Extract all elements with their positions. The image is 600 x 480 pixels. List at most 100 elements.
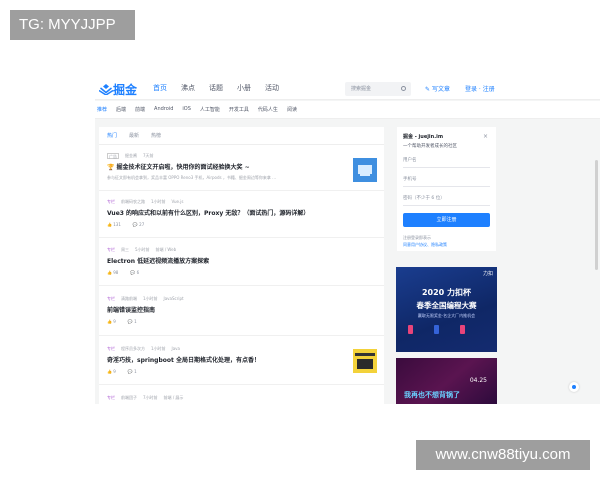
category-frontend[interactable]: 前端 bbox=[135, 106, 145, 113]
list-item[interactable]: 专栏 周三 5小时前 前端 / Web Electron 低延迟视频流播放方案探索 👍… bbox=[107, 247, 379, 275]
browser-viewport: 掘金 首页 沸点 话题 小册 活动 搜索掘金 ✎ 写文章 登录 · 注册 推荐 bbox=[95, 78, 600, 404]
nav-books[interactable]: 小册 bbox=[237, 83, 251, 93]
logo[interactable]: 掘金 bbox=[99, 81, 137, 97]
search-input[interactable]: 搜索掘金 bbox=[345, 82, 411, 96]
ad-badge bbox=[460, 325, 466, 334]
write-article-button[interactable]: ✎ 写文章 bbox=[425, 84, 450, 93]
divider bbox=[99, 144, 384, 145]
column-tag: 专栏 bbox=[107, 199, 115, 204]
watermark-top-left: TG: MYYJJPP bbox=[10, 10, 135, 40]
divider bbox=[99, 384, 384, 385]
tab-hot[interactable]: 热门 bbox=[107, 132, 117, 139]
topic-tag[interactable]: 前端 / 展示 bbox=[164, 395, 184, 401]
ad-banner-leetcode[interactable]: 力扣 2020 力扣杯 春季全国编程大赛 赢取无限奖金·名企大厂内推机会 bbox=[396, 267, 497, 352]
tab-ranking[interactable]: 热榜 bbox=[151, 132, 161, 139]
watermark-bottom-right: www.cnw88tiyu.com bbox=[416, 440, 590, 470]
back-to-top-button[interactable] bbox=[569, 382, 579, 392]
login-register-link[interactable]: 登录 · 注册 bbox=[465, 84, 495, 93]
topic-tag[interactable]: JavaScript bbox=[164, 296, 184, 302]
ad-badge bbox=[434, 325, 440, 334]
divider bbox=[99, 335, 384, 336]
password-field[interactable]: 密码（不少于 6 位） bbox=[403, 192, 490, 206]
author[interactable]: 清路前端 bbox=[121, 296, 137, 302]
nav-events[interactable]: 活动 bbox=[265, 83, 279, 93]
time: 1小时前 bbox=[143, 296, 158, 301]
ad-headline: 我再也不想背锅了 bbox=[404, 391, 460, 399]
like-icon[interactable]: 👍 bbox=[107, 369, 112, 374]
signup-panel: 掘金 - juejin.im × 一个帮助开发者成长的社区 用户名 手机号 密码… bbox=[397, 127, 496, 251]
category-devtools[interactable]: 开发工具 bbox=[229, 106, 249, 113]
like-icon[interactable]: 👍 bbox=[107, 270, 112, 275]
leetcode-logo: 力扣 bbox=[482, 271, 493, 277]
like-icon[interactable]: 👍 bbox=[107, 222, 112, 227]
author[interactable]: 前端团子 bbox=[121, 395, 137, 401]
author[interactable]: 周三 bbox=[121, 247, 129, 253]
author[interactable]: 程序员多次方 bbox=[121, 346, 145, 352]
time: 5小时前 bbox=[135, 247, 150, 252]
time: 7小时前 bbox=[143, 395, 158, 400]
list-item[interactable]: 专栏 程序员多次方 1小时前 Java 奇淫巧技，springboot 全局日期格式化… bbox=[107, 346, 379, 374]
close-icon[interactable]: × bbox=[483, 133, 488, 140]
comment-icon[interactable]: 💬 bbox=[128, 319, 133, 324]
topic-tag[interactable]: 前端 / Web bbox=[156, 247, 177, 253]
list-item[interactable]: 专栏 前端团子 7小时前 前端 / 展示 bbox=[107, 395, 379, 401]
category-ios[interactable]: iOS bbox=[182, 106, 191, 113]
logo-text: 掘金 bbox=[113, 82, 138, 97]
scrollbar[interactable] bbox=[595, 160, 598, 270]
topic-tag[interactable]: Java bbox=[172, 346, 180, 352]
username-field[interactable]: 用户名 bbox=[403, 154, 490, 168]
author[interactable]: 掘金酱 bbox=[125, 153, 137, 159]
like-icon[interactable]: 👍 bbox=[107, 319, 112, 324]
edit-icon: ✎ bbox=[425, 86, 431, 93]
like-count: 👍 131 bbox=[107, 222, 121, 227]
column-tag: 专栏 bbox=[107, 346, 115, 351]
like-count: 👍 9 bbox=[107, 319, 116, 324]
search-icon[interactable] bbox=[401, 86, 406, 91]
comment-icon[interactable]: 💬 bbox=[128, 369, 133, 374]
article-title[interactable]: 前端错误监控指南 bbox=[107, 305, 379, 314]
topic-tag[interactable]: Vue.js bbox=[172, 199, 184, 205]
author[interactable]: 前端码农之路 bbox=[121, 199, 145, 205]
time: 7天前 bbox=[143, 153, 154, 158]
article-thumbnail[interactable] bbox=[353, 158, 377, 182]
comment-icon[interactable]: 💬 bbox=[133, 222, 138, 227]
nav-topics[interactable]: 话题 bbox=[209, 83, 223, 93]
column-tag: 专栏 bbox=[107, 395, 115, 400]
article-title[interactable]: 🏆 掘金技术征文开启啦，快用你的面试经验换大奖 ~ bbox=[107, 162, 379, 171]
agreement-links[interactable]: 同意用户协议、隐私政策 bbox=[403, 242, 447, 247]
ad-caption: 赢取无限奖金·名企大厂内推机会 bbox=[417, 313, 476, 318]
article-thumbnail[interactable] bbox=[353, 349, 377, 373]
list-tabs: 热门 最新 热榜 bbox=[107, 132, 161, 139]
category-ai[interactable]: 人工智能 bbox=[200, 106, 220, 113]
time: 1小时前 bbox=[151, 346, 166, 351]
comment-count: 💬 1 bbox=[127, 369, 137, 374]
ad-title: 2020 力扣杯 bbox=[421, 288, 472, 297]
article-title[interactable]: Vue3 的响应式和以前有什么区别，Proxy 无敌？（面试热门，源码详解） bbox=[107, 208, 379, 217]
nav-home[interactable]: 首页 bbox=[153, 83, 167, 93]
nav-pins[interactable]: 沸点 bbox=[181, 83, 195, 93]
signup-subtitle: 一个帮助开发者成长的社区 bbox=[403, 144, 457, 149]
phone-field[interactable]: 手机号 bbox=[403, 173, 490, 187]
column-tag: 专栏 bbox=[107, 296, 115, 301]
list-item[interactable]: 专栏 前端码农之路 1小时前 Vue.js Vue3 的响应式和以前有什么区别，Pro… bbox=[107, 199, 379, 227]
category-android[interactable]: Android bbox=[154, 106, 173, 113]
register-button[interactable]: 立即注册 bbox=[403, 213, 490, 227]
category-reading[interactable]: 阅读 bbox=[287, 106, 297, 113]
list-item[interactable]: 广告 掘金酱 7天前 🏆 掘金技术征文开启啦，快用你的面试经验换大奖 ~ 参与征文即… bbox=[107, 153, 379, 181]
main-nav: 首页 沸点 话题 小册 活动 bbox=[153, 83, 279, 93]
article-title[interactable]: Electron 低延迟视频流播放方案探索 bbox=[107, 256, 379, 265]
comment-icon[interactable]: 💬 bbox=[130, 270, 135, 275]
ad-banner-event[interactable]: 04.25 我再也不想背锅了 bbox=[396, 358, 497, 404]
divider bbox=[99, 237, 384, 238]
comment-count: 💬 6 bbox=[130, 270, 140, 275]
category-codelife[interactable]: 代码人生 bbox=[258, 106, 278, 113]
article-excerpt: 参与征文即有机会拿到，奖品丰富 OPPO Reno3 手机，Airpods ，书… bbox=[107, 175, 276, 180]
category-backend[interactable]: 后端 bbox=[116, 106, 126, 113]
ad-subtitle: 春季全国编程大赛 bbox=[416, 301, 477, 310]
category-recommend[interactable]: 推荐 bbox=[97, 106, 107, 113]
divider bbox=[99, 190, 384, 191]
agreement-text: 注册登录即表示 同意用户协议、隐私政策 bbox=[403, 235, 447, 247]
tab-latest[interactable]: 最新 bbox=[129, 132, 139, 139]
list-item[interactable]: 专栏 清路前端 1小时前 JavaScript 前端错误监控指南 👍 9 💬 1 bbox=[107, 296, 379, 324]
article-title[interactable]: 奇淫巧技，springboot 全局日期格式化处理，有点香！ bbox=[107, 355, 379, 364]
